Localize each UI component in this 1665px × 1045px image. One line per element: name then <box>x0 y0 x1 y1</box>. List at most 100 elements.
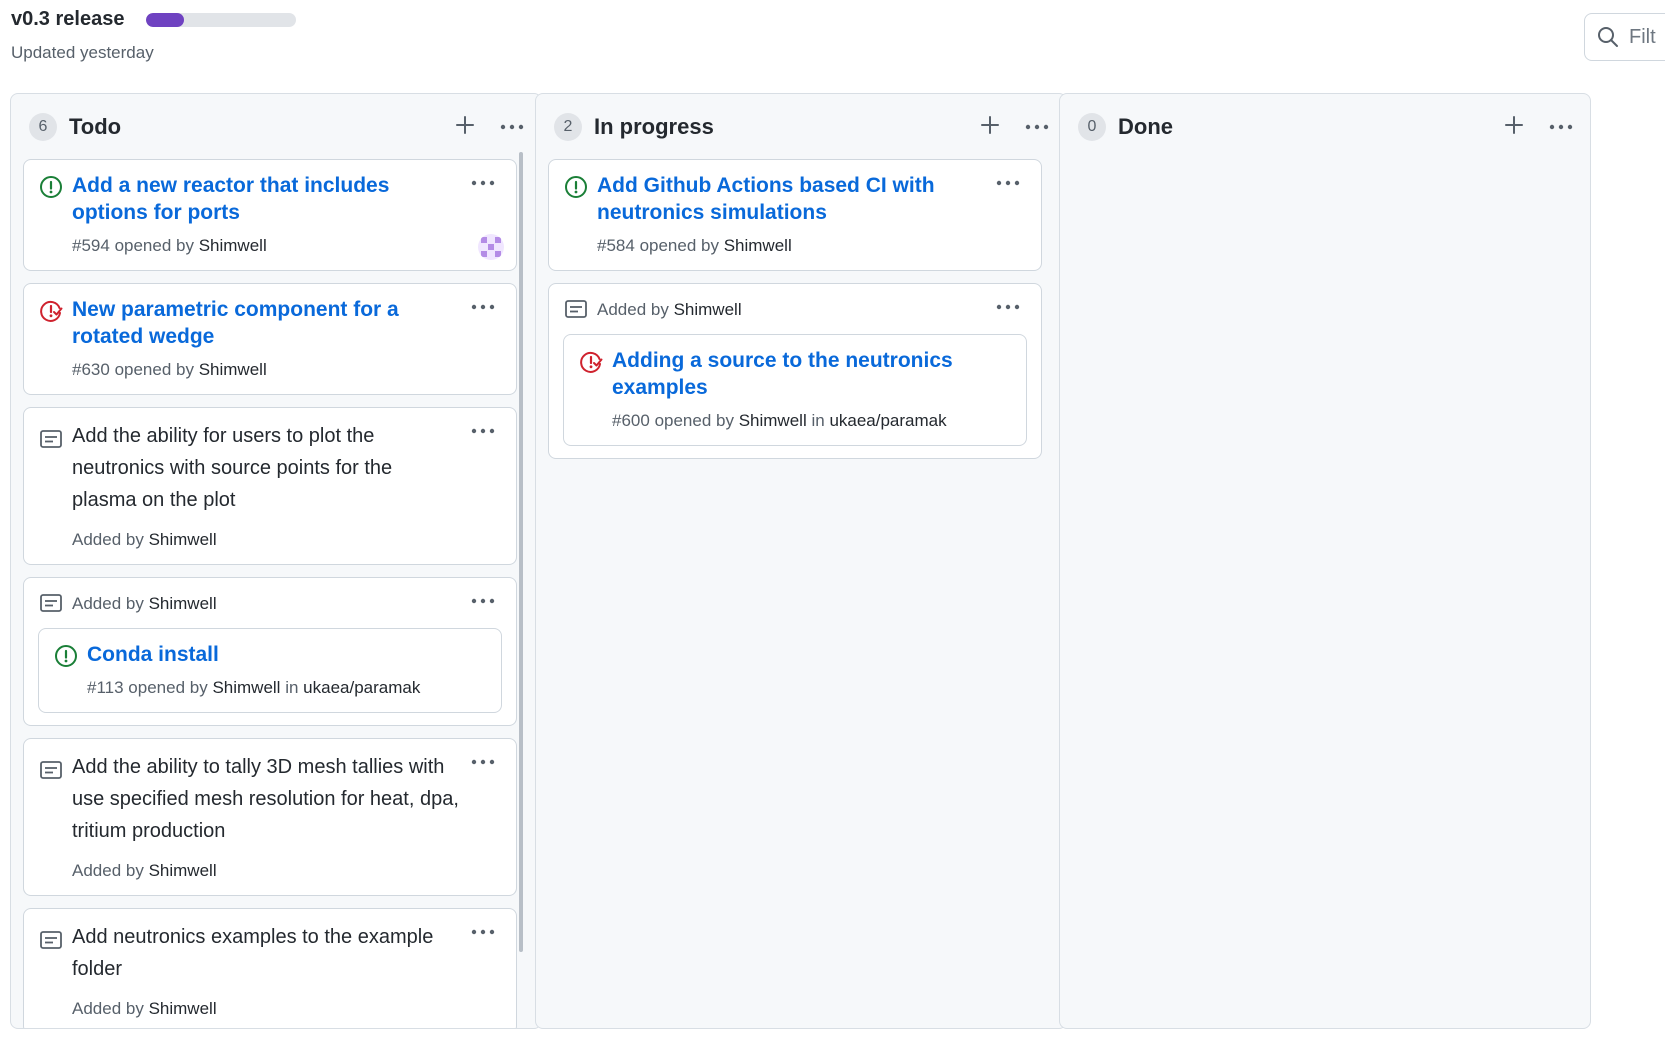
card-list: Add a new reactor that includes options … <box>23 159 517 1028</box>
issue-author[interactable]: Shimwell <box>199 236 267 255</box>
opened-by-label: opened by <box>128 678 208 697</box>
issue-title-link[interactable]: Conda install <box>87 641 487 668</box>
card-menu-button[interactable] <box>470 592 496 610</box>
linked-issue-card[interactable]: Added by Shimwell Conda install #113 opene… <box>23 577 517 726</box>
issue-closed-icon <box>578 349 604 375</box>
added-by-author[interactable]: Shimwell <box>149 861 217 880</box>
note-card[interactable]: Add the ability to tally 3D mesh tallies… <box>23 738 517 896</box>
add-item-button[interactable] <box>455 115 475 140</box>
plus-icon <box>980 115 1000 140</box>
column-title: Done <box>1118 114 1173 139</box>
added-by-label: Added by <box>597 300 669 319</box>
card-content: New parametric component for a rotated w… <box>38 296 502 382</box>
card-content: Add neutronics examples to the example f… <box>38 921 502 1021</box>
note-text: Add the ability for users to plot the ne… <box>72 425 393 511</box>
in-label: in <box>285 678 299 697</box>
issue-meta: #630 opened by Shimwell <box>72 358 462 382</box>
updated-label: Updated yesterday <box>11 43 154 62</box>
card-menu-button[interactable] <box>470 174 496 192</box>
kebab-horizontal-icon <box>470 592 496 610</box>
added-by-label: Added by <box>72 530 144 549</box>
card-menu-button[interactable] <box>470 422 496 440</box>
issue-author[interactable]: Shimwell <box>212 678 280 697</box>
card-list: Add Github Actions based CI with neutron… <box>548 159 1042 471</box>
card-body: Conda install #113 opened by Shimwell in … <box>87 641 487 700</box>
column-title: Todo <box>69 114 122 139</box>
embedded-issue[interactable]: Adding a source to the neutronics exampl… <box>563 334 1027 446</box>
issue-number: #584 <box>597 236 635 255</box>
opened-by-label: opened by <box>639 236 719 255</box>
issue-number: #600 <box>612 411 650 430</box>
column-menu-button[interactable] <box>499 118 525 136</box>
issue-number: #630 <box>72 360 110 379</box>
note-card[interactable]: Add the ability for users to plot the ne… <box>23 407 517 565</box>
note-icon <box>38 426 64 452</box>
column-menu-button[interactable] <box>1024 118 1050 136</box>
card-body: Add neutronics examples to the example f… <box>72 921 502 1021</box>
column-menu-button[interactable] <box>1548 118 1574 136</box>
added-by-meta: Added by Shimwell <box>72 528 462 552</box>
issue-author[interactable]: Shimwell <box>739 411 807 430</box>
card-body: Add the ability for users to plot the ne… <box>72 420 502 552</box>
card-content: Added by Shimwell <box>38 590 502 616</box>
card-body: Added by Shimwell <box>597 296 1027 322</box>
card-menu-button[interactable] <box>470 923 496 941</box>
note-icon <box>563 296 589 322</box>
issue-author[interactable]: Shimwell <box>199 360 267 379</box>
added-by-author[interactable]: Shimwell <box>674 300 742 319</box>
issue-repo[interactable]: ukaea/paramak <box>303 678 420 697</box>
issue-opened-icon <box>38 174 64 200</box>
column-header: 2 In progress <box>554 112 1050 142</box>
column-in-progress: 2 In progress Add Github Actions based CI … <box>535 93 1067 1029</box>
issue-title-link[interactable]: Add Github Actions based CI with neutron… <box>597 172 987 226</box>
issue-meta: #113 opened by Shimwell in ukaea/paramak <box>87 676 487 700</box>
note-icon <box>38 590 64 616</box>
issue-title-link[interactable]: New parametric component for a rotated w… <box>72 296 462 350</box>
issue-card[interactable]: Add a new reactor that includes options … <box>23 159 517 271</box>
linked-issue-card[interactable]: Added by Shimwell Adding a source to the … <box>548 283 1042 459</box>
issue-meta: #600 opened by Shimwell in ukaea/paramak <box>612 409 1012 433</box>
scrollbar[interactable] <box>519 152 523 952</box>
issue-title-link[interactable]: Adding a source to the neutronics exampl… <box>612 347 1012 401</box>
card-body: Add a new reactor that includes options … <box>72 172 502 258</box>
issue-title-link[interactable]: Add a new reactor that includes options … <box>72 172 462 226</box>
card-body: Adding a source to the neutronics exampl… <box>612 347 1012 433</box>
issue-meta: #584 opened by Shimwell <box>597 234 987 258</box>
plus-icon <box>455 115 475 140</box>
card-menu-button[interactable] <box>995 298 1021 316</box>
column-todo: 6 Todo Add a new reactor that includes opt… <box>10 93 542 1029</box>
opened-by-label: opened by <box>114 360 194 379</box>
card-menu-button[interactable] <box>470 298 496 316</box>
card-content: Added by Shimwell <box>563 296 1027 322</box>
avatar[interactable] <box>478 234 504 260</box>
note-card[interactable]: Add neutronics examples to the example f… <box>23 908 517 1028</box>
added-by-author[interactable]: Shimwell <box>149 594 217 613</box>
added-by-author[interactable]: Shimwell <box>149 999 217 1018</box>
issue-card[interactable]: Add Github Actions based CI with neutron… <box>548 159 1042 271</box>
plus-icon <box>1504 115 1524 140</box>
kebab-horizontal-icon <box>995 174 1021 192</box>
added-by-author[interactable]: Shimwell <box>149 530 217 549</box>
issue-card[interactable]: New parametric component for a rotated w… <box>23 283 517 395</box>
kebab-horizontal-icon <box>995 298 1021 316</box>
add-item-button[interactable] <box>980 115 1000 140</box>
add-item-button[interactable] <box>1504 115 1524 140</box>
column-count-badge: 0 <box>1078 113 1106 141</box>
card-content: Add a new reactor that includes options … <box>38 172 502 258</box>
issue-repo[interactable]: ukaea/paramak <box>829 411 946 430</box>
progress-fill <box>146 12 184 27</box>
issue-author[interactable]: Shimwell <box>724 236 792 255</box>
note-icon <box>38 927 64 953</box>
issue-opened-icon <box>563 174 589 200</box>
kebab-horizontal-icon <box>1548 118 1574 136</box>
issue-closed-icon <box>38 298 64 324</box>
card-menu-button[interactable] <box>995 174 1021 192</box>
column-header: 0 Done <box>1078 112 1574 142</box>
card-menu-button[interactable] <box>470 753 496 771</box>
note-text: Add neutronics examples to the example f… <box>72 926 434 980</box>
card-content: Add the ability to tally 3D mesh tallies… <box>38 751 502 883</box>
embedded-issue[interactable]: Conda install #113 opened by Shimwell in … <box>38 628 502 713</box>
filter-input[interactable]: Filt <box>1584 13 1665 61</box>
kebab-horizontal-icon <box>470 923 496 941</box>
added-by-label: Added by <box>72 594 144 613</box>
